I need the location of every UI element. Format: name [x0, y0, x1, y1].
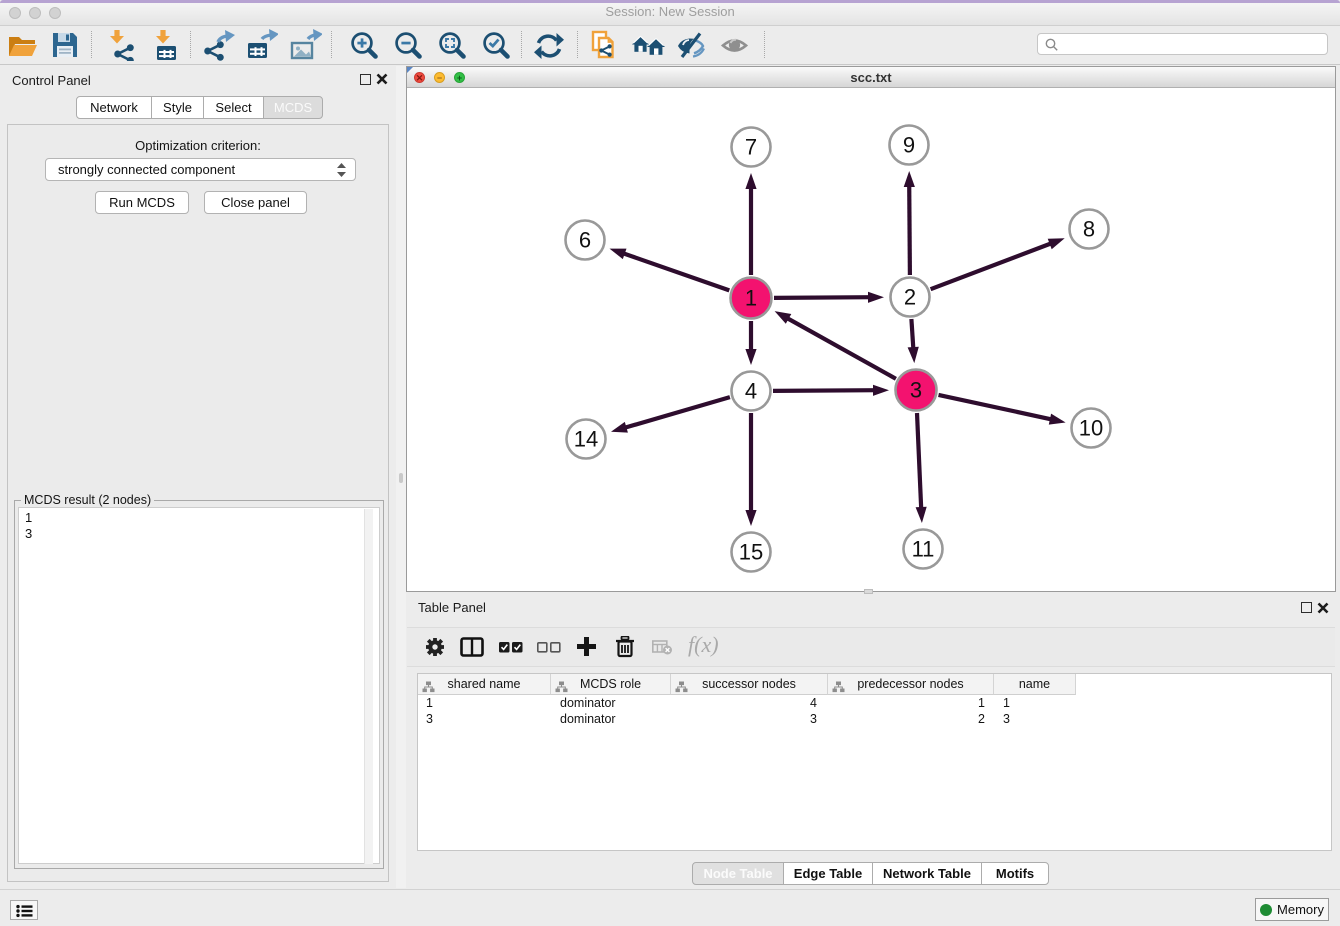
svg-text:15: 15 — [739, 540, 763, 565]
svg-text:10: 10 — [1079, 416, 1103, 441]
svg-text:7: 7 — [745, 135, 757, 160]
svg-text:6: 6 — [579, 228, 591, 253]
svg-text:3: 3 — [910, 378, 922, 403]
svg-text:11: 11 — [912, 537, 935, 562]
svg-text:14: 14 — [574, 427, 598, 452]
svg-text:1: 1 — [745, 286, 757, 311]
svg-text:2: 2 — [904, 285, 916, 310]
svg-text:8: 8 — [1083, 217, 1095, 242]
svg-text:9: 9 — [903, 133, 915, 158]
svg-text:4: 4 — [745, 379, 757, 404]
